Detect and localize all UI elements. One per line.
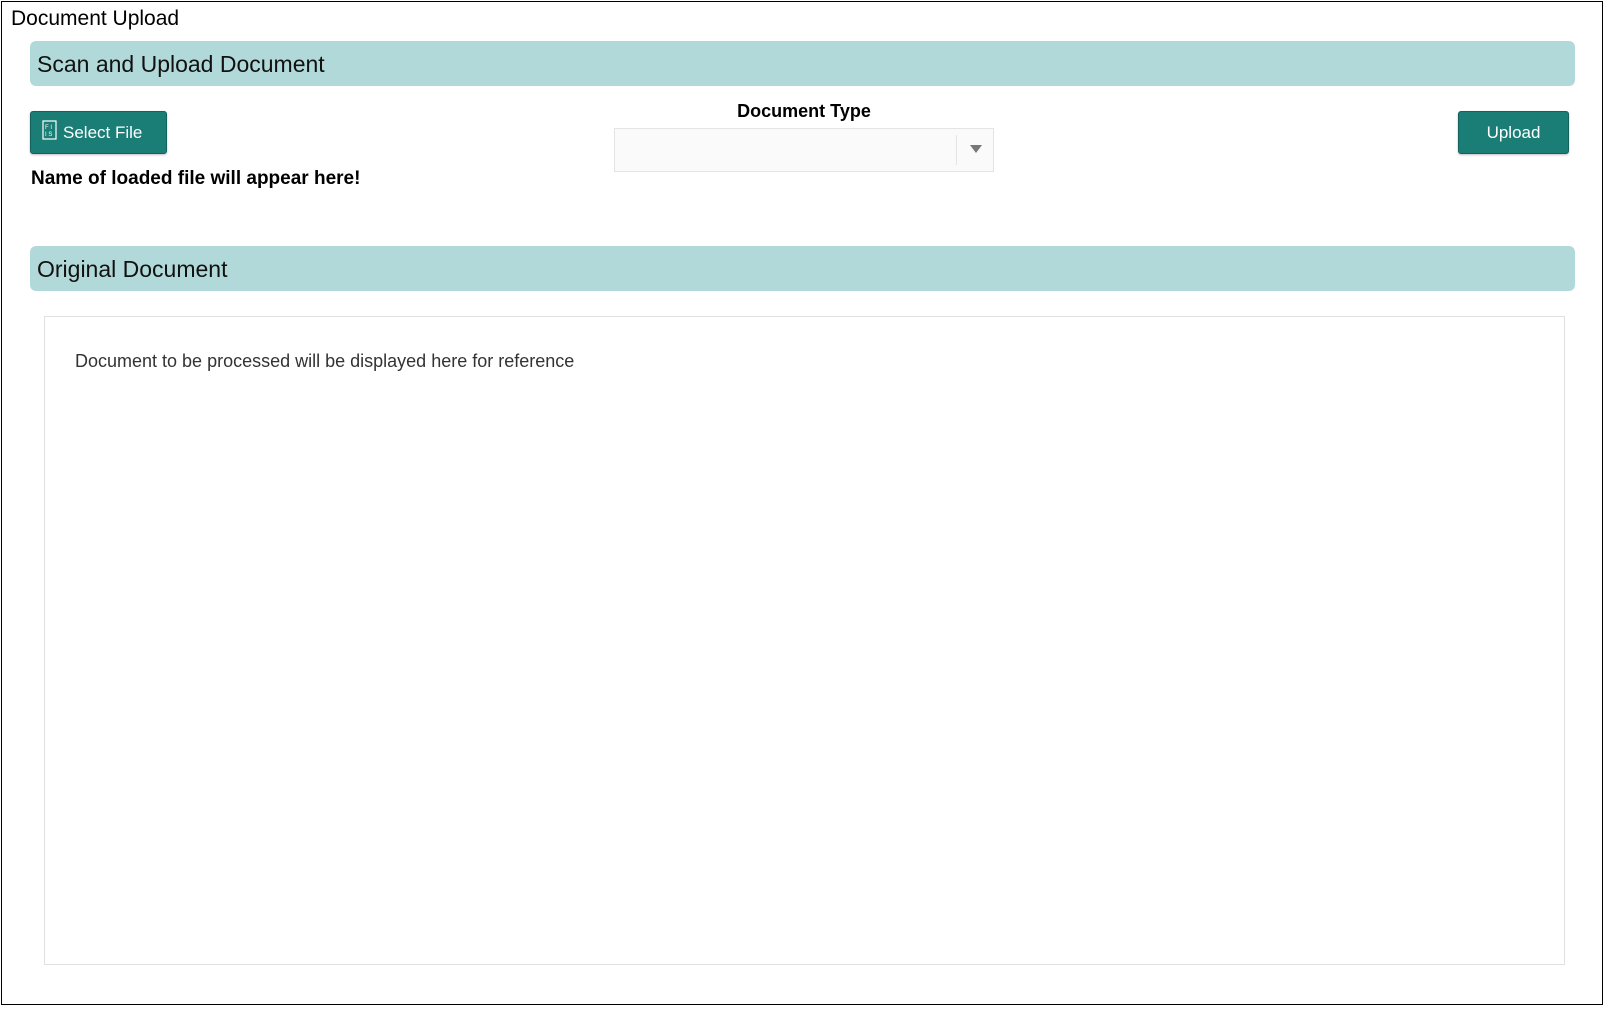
select-file-button[interactable]: F I I S Select File: [30, 111, 167, 154]
scan-upload-section-header: Scan and Upload Document: [30, 41, 1575, 86]
select-file-label: Select File: [63, 122, 143, 142]
original-document-section-header: Original Document: [30, 246, 1575, 291]
page-title: Document Upload: [11, 7, 180, 30]
loaded-file-name: Name of loaded file will appear here!: [31, 168, 361, 189]
svg-text:F I: F I: [45, 125, 52, 131]
chevron-down-icon[interactable]: [970, 145, 982, 153]
select-divider: [956, 135, 957, 165]
upload-button[interactable]: Upload: [1458, 111, 1569, 154]
svg-text:I S: I S: [45, 132, 52, 138]
upload-label: Upload: [1486, 122, 1541, 142]
document-preview-placeholder: Document to be processed will be display…: [75, 351, 575, 371]
document-type-label: Document Type: [737, 101, 871, 121]
document-preview-panel: Document to be processed will be display…: [44, 316, 1565, 965]
file-icon: F I I S: [42, 119, 57, 140]
document-type-select[interactable]: [614, 128, 994, 172]
